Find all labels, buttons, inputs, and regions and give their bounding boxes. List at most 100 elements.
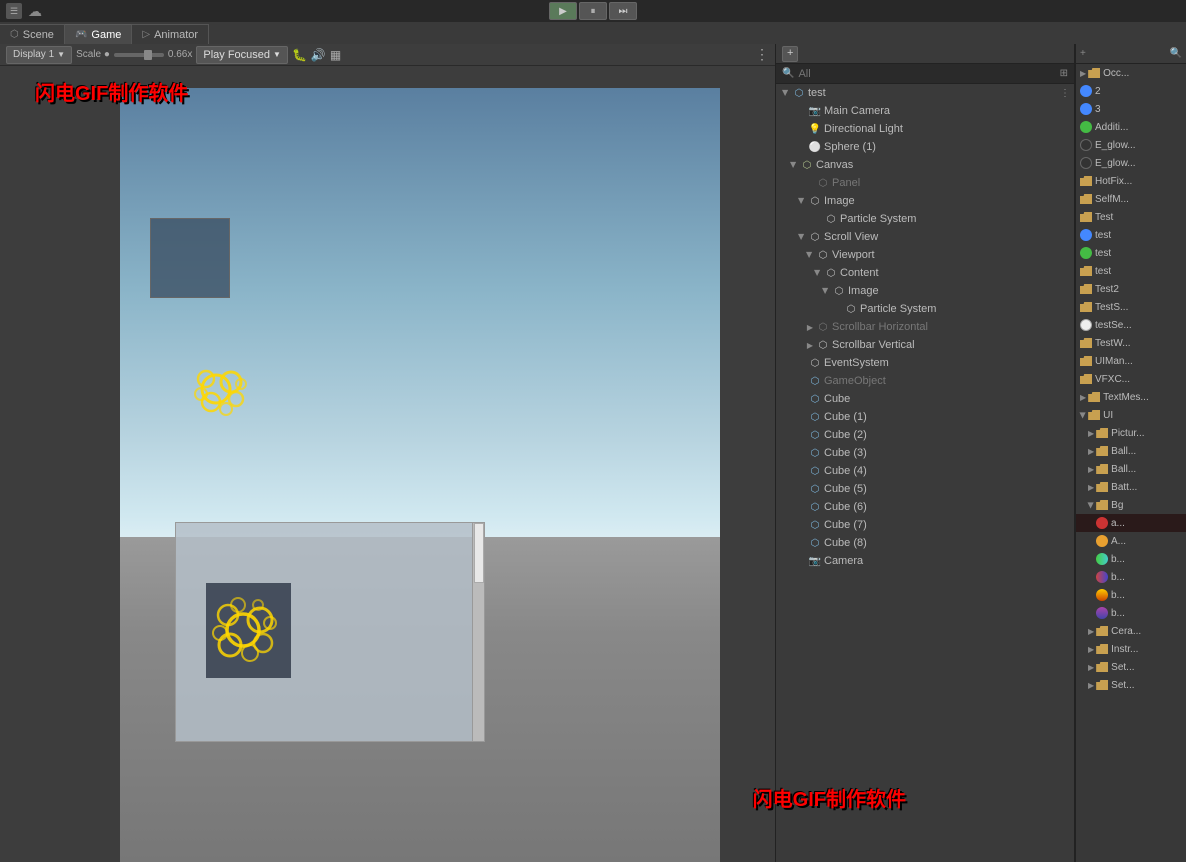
- gameobject-icon: ⬡: [808, 374, 822, 388]
- project-item-test-blue[interactable]: test: [1076, 226, 1186, 244]
- project-item-instr[interactable]: ▶ Instr...: [1076, 640, 1186, 658]
- scroll-thumb[interactable]: [474, 523, 484, 583]
- project-item-set1[interactable]: ▶ Set...: [1076, 658, 1186, 676]
- tab-scene[interactable]: ⬡ Scene: [0, 24, 65, 44]
- project-item-selfm[interactable]: SelfM...: [1076, 190, 1186, 208]
- menu-icon[interactable]: ☰: [6, 3, 22, 19]
- project-item-testse[interactable]: testSe...: [1076, 316, 1186, 334]
- tree-item-content[interactable]: ▶ ⬡ Content: [776, 264, 1074, 282]
- tree-item-panel[interactable]: ⬡ Panel: [776, 174, 1074, 192]
- scroll-indicator[interactable]: [472, 523, 484, 741]
- play-focused-button[interactable]: Play Focused ▼: [196, 46, 288, 64]
- tab-game[interactable]: 🎮 Game: [65, 24, 132, 44]
- tree-item-cube1[interactable]: ⬡ Cube (1): [776, 408, 1074, 426]
- project-search-icon[interactable]: 🔍: [1170, 48, 1182, 59]
- tree-item-scroll-view[interactable]: ▶ ⬡ Scroll View: [776, 228, 1074, 246]
- project-item-pictur[interactable]: ▶ Pictur...: [1076, 424, 1186, 442]
- watermark-top: 闪电GIF制作软件: [35, 77, 188, 106]
- project-item-b2[interactable]: b...: [1076, 568, 1186, 586]
- stats-icon[interactable]: ▦: [330, 48, 341, 62]
- tree-item-sphere[interactable]: ⚪ Sphere (1): [776, 138, 1074, 156]
- tree-item-test[interactable]: ▶ ⬡ test ⋮: [776, 84, 1074, 102]
- hierarchy-search-expand[interactable]: ⊞: [1060, 68, 1068, 79]
- tree-item-camera[interactable]: 📷 Camera: [776, 552, 1074, 570]
- project-add-button[interactable]: +: [1080, 48, 1086, 59]
- tree-item-cube5[interactable]: ⬡ Cube (5): [776, 480, 1074, 498]
- project-item-a[interactable]: a...: [1076, 514, 1186, 532]
- dot-2: [1080, 85, 1092, 97]
- project-item-occ[interactable]: ▶ Occ...: [1076, 64, 1186, 82]
- project-item-batt[interactable]: ▶ Batt...: [1076, 478, 1186, 496]
- project-label-additi: Additi...: [1095, 122, 1128, 133]
- watermark-bottom: 闪电GIF制作软件: [753, 783, 906, 812]
- project-item-vfxc[interactable]: VFXC...: [1076, 370, 1186, 388]
- tree-item-gameobject[interactable]: ⬡ GameObject: [776, 372, 1074, 390]
- tree-item-eventsystem[interactable]: ⬡ EventSystem: [776, 354, 1074, 372]
- folder-pictur: [1096, 428, 1108, 438]
- project-item-3[interactable]: 3: [1076, 100, 1186, 118]
- project-item-b3[interactable]: b...: [1076, 586, 1186, 604]
- project-item-b4[interactable]: b...: [1076, 604, 1186, 622]
- tab-animator[interactable]: ▷ Animator: [132, 24, 209, 44]
- tree-item-cube2[interactable]: ⬡ Cube (2): [776, 426, 1074, 444]
- project-item-A[interactable]: A...: [1076, 532, 1186, 550]
- project-item-test-folder[interactable]: Test: [1076, 208, 1186, 226]
- project-item-bg[interactable]: ▶ Bg: [1076, 496, 1186, 514]
- tree-item-cube7[interactable]: ⬡ Cube (7): [776, 516, 1074, 534]
- tree-item-scrollbar-h[interactable]: ▶ ⬡ Scrollbar Horizontal: [776, 318, 1074, 336]
- pause-button[interactable]: ⏸: [579, 2, 607, 20]
- expand-arrow-viewport: ▶: [804, 249, 816, 261]
- tree-item-canvas[interactable]: ▶ ⬡ Canvas: [776, 156, 1074, 174]
- project-item-eglow1[interactable]: E_glow...: [1076, 136, 1186, 154]
- tree-item-cube8[interactable]: ⬡ Cube (8): [776, 534, 1074, 552]
- project-label-testw: TestW...: [1095, 338, 1131, 349]
- project-item-b1[interactable]: b...: [1076, 550, 1186, 568]
- tree-item-particle1[interactable]: ⬡ Particle System: [776, 210, 1074, 228]
- project-item-2[interactable]: 2: [1076, 82, 1186, 100]
- tree-item-image2[interactable]: ▶ ⬡ Image: [776, 282, 1074, 300]
- tree-item-cube4[interactable]: ⬡ Cube (4): [776, 462, 1074, 480]
- project-item-set2[interactable]: ▶ Set...: [1076, 676, 1186, 694]
- project-item-ui[interactable]: ▶ UI: [1076, 406, 1186, 424]
- light-icon: 💡: [808, 122, 822, 136]
- project-item-hotfix[interactable]: HotFix...: [1076, 172, 1186, 190]
- project-item-test2[interactable]: Test2: [1076, 280, 1186, 298]
- tree-item-main-camera[interactable]: 📷 Main Camera: [776, 102, 1074, 120]
- tree-item-viewport[interactable]: ▶ ⬡ Viewport: [776, 246, 1074, 264]
- project-item-tests[interactable]: TestS...: [1076, 298, 1186, 316]
- display-select[interactable]: Display 1 ▼: [6, 46, 72, 64]
- project-item-textmes[interactable]: ▶ TextMes...: [1076, 388, 1186, 406]
- project-item-ball2[interactable]: ▶ Ball...: [1076, 460, 1186, 478]
- tree-item-cube3[interactable]: ⬡ Cube (3): [776, 444, 1074, 462]
- tree-label-cube1: Cube (1): [824, 411, 867, 423]
- hierarchy-search-input[interactable]: [798, 68, 1055, 80]
- tree-item-image[interactable]: ▶ ⬡ Image: [776, 192, 1074, 210]
- project-item-testw[interactable]: TestW...: [1076, 334, 1186, 352]
- tree-item-scrollbar-v[interactable]: ▶ ⬡ Scrollbar Vertical: [776, 336, 1074, 354]
- project-item-test-folder2[interactable]: test: [1076, 262, 1186, 280]
- tree-item-cube6[interactable]: ⬡ Cube (6): [776, 498, 1074, 516]
- project-item-ball1[interactable]: ▶ Ball...: [1076, 442, 1186, 460]
- canvas-icon: ⬡: [800, 158, 814, 172]
- dot-test-green: [1080, 247, 1092, 259]
- project-content[interactable]: ▶ Occ... 2 3 Additi... E_glow... E_glow.…: [1076, 64, 1186, 862]
- tree-item-more[interactable]: ⋮: [1060, 88, 1070, 99]
- step-button[interactable]: ⏭: [609, 2, 637, 20]
- hierarchy-add-button[interactable]: +: [782, 46, 798, 62]
- project-item-additi[interactable]: Additi...: [1076, 118, 1186, 136]
- project-label-tests: TestS...: [1095, 302, 1128, 313]
- tree-item-particle2[interactable]: ⬡ Particle System: [776, 300, 1074, 318]
- play-button[interactable]: ▶: [549, 2, 577, 20]
- audio-icon[interactable]: 🔊: [311, 48, 326, 62]
- project-item-uiman[interactable]: UIMan...: [1076, 352, 1186, 370]
- scale-slider[interactable]: [114, 53, 164, 57]
- toolbar-more-button[interactable]: ⋮: [755, 46, 769, 63]
- project-item-eglow2[interactable]: E_glow...: [1076, 154, 1186, 172]
- bug-icon[interactable]: 🐛: [292, 48, 307, 62]
- project-item-cera[interactable]: ▶ Cera...: [1076, 622, 1186, 640]
- hierarchy-content[interactable]: ▶ ⬡ test ⋮ 📷 Main Camera 💡 Directional L…: [776, 84, 1074, 862]
- tree-item-cube[interactable]: ⬡ Cube: [776, 390, 1074, 408]
- tree-item-directional-light[interactable]: 💡 Directional Light: [776, 120, 1074, 138]
- project-item-test-green[interactable]: test: [1076, 244, 1186, 262]
- folder-tests: [1080, 302, 1092, 312]
